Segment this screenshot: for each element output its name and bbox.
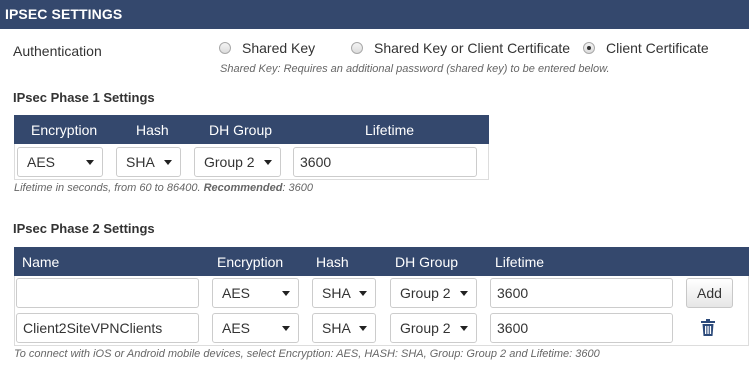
radio-label: Shared Key or Client Certificate <box>374 40 571 56</box>
select-value: Group 2 <box>400 285 451 301</box>
col-name: Name <box>22 254 60 270</box>
phase1-hash-select[interactable]: SHA <box>116 147 181 177</box>
select-value: SHA <box>322 285 351 301</box>
col-hash: Hash <box>136 122 169 138</box>
col-hash: Hash <box>316 254 349 270</box>
chevron-down-icon <box>86 160 94 165</box>
chevron-down-icon <box>460 326 468 331</box>
chevron-down-icon <box>282 326 290 331</box>
phase2-table-header: Name Encryption Hash DH Group Lifetime <box>14 247 749 276</box>
select-value: AES <box>222 320 251 336</box>
radio-shared-key[interactable]: Shared Key <box>219 40 315 56</box>
phase2-row-name-input[interactable]: Client2SiteVPNClients <box>16 313 199 343</box>
col-encryption: Encryption <box>31 122 98 138</box>
col-dh-group: DH Group <box>209 122 273 138</box>
phase2-row-lifetime-input[interactable]: 3600 <box>490 313 673 343</box>
radio-client-certificate[interactable]: Client Certificate <box>583 40 709 56</box>
trash-icon[interactable] <box>700 319 716 337</box>
phase2-new-dh-group-select[interactable]: Group 2 <box>390 278 477 308</box>
col-encryption: Encryption <box>217 254 284 270</box>
phase2-new-hash-select[interactable]: SHA <box>312 278 376 308</box>
phase2-new-encryption-select[interactable]: AES <box>212 278 299 308</box>
phase2-new-name-input[interactable] <box>16 278 199 308</box>
phase1-dh-group-select[interactable]: Group 2 <box>194 147 281 177</box>
col-dh-group: DH Group <box>395 254 459 270</box>
phase1-title: IPsec Phase 1 Settings <box>13 90 155 105</box>
phase2-help: To connect with iOS or Android mobile de… <box>14 348 600 360</box>
select-value: AES <box>27 154 56 170</box>
authentication-label: Authentication <box>13 43 102 59</box>
phase1-encryption-select[interactable]: AES <box>17 147 103 177</box>
select-value: Group 2 <box>204 154 255 170</box>
chevron-down-icon <box>164 160 172 165</box>
radio-circle[interactable] <box>583 42 595 54</box>
chevron-down-icon <box>460 291 468 296</box>
help-text: Lifetime in seconds, from 60 to 86400. <box>14 182 204 194</box>
select-value: AES <box>222 285 251 301</box>
radio-circle[interactable] <box>219 42 231 54</box>
select-value: Group 2 <box>400 320 451 336</box>
phase2-row-dh-group-select[interactable]: Group 2 <box>390 313 477 343</box>
chevron-down-icon <box>359 291 367 296</box>
chevron-down-icon <box>282 291 290 296</box>
phase1-lifetime-input[interactable]: 3600 <box>293 147 477 177</box>
page-title: IPSEC SETTINGS <box>0 0 749 29</box>
select-value: SHA <box>126 154 155 170</box>
radio-label: Shared Key <box>242 40 316 56</box>
col-lifetime: Lifetime <box>365 122 415 138</box>
authentication-help: Shared Key: Requires an additional passw… <box>220 63 610 75</box>
radio-circle[interactable] <box>351 42 363 54</box>
phase2-row-encryption-select[interactable]: AES <box>212 313 299 343</box>
phase1-table-header: Encryption Hash DH Group Lifetime <box>14 115 489 144</box>
radio-label: Client Certificate <box>606 40 709 56</box>
chevron-down-icon <box>359 326 367 331</box>
col-lifetime: Lifetime <box>495 254 545 270</box>
phase1-help: Lifetime in seconds, from 60 to 86400. R… <box>14 182 313 194</box>
help-emphasis: Recommended <box>203 182 283 194</box>
select-value: SHA <box>322 320 351 336</box>
phase2-row-hash-select[interactable]: SHA <box>312 313 376 343</box>
chevron-down-icon <box>264 160 272 165</box>
phase2-new-lifetime-input[interactable]: 3600 <box>490 278 673 308</box>
phase2-title: IPsec Phase 2 Settings <box>13 221 155 236</box>
add-button[interactable]: Add <box>686 278 733 308</box>
radio-shared-key-or-client-certificate[interactable]: Shared Key or Client Certificate <box>351 40 570 56</box>
help-text: : 3600 <box>282 182 314 194</box>
